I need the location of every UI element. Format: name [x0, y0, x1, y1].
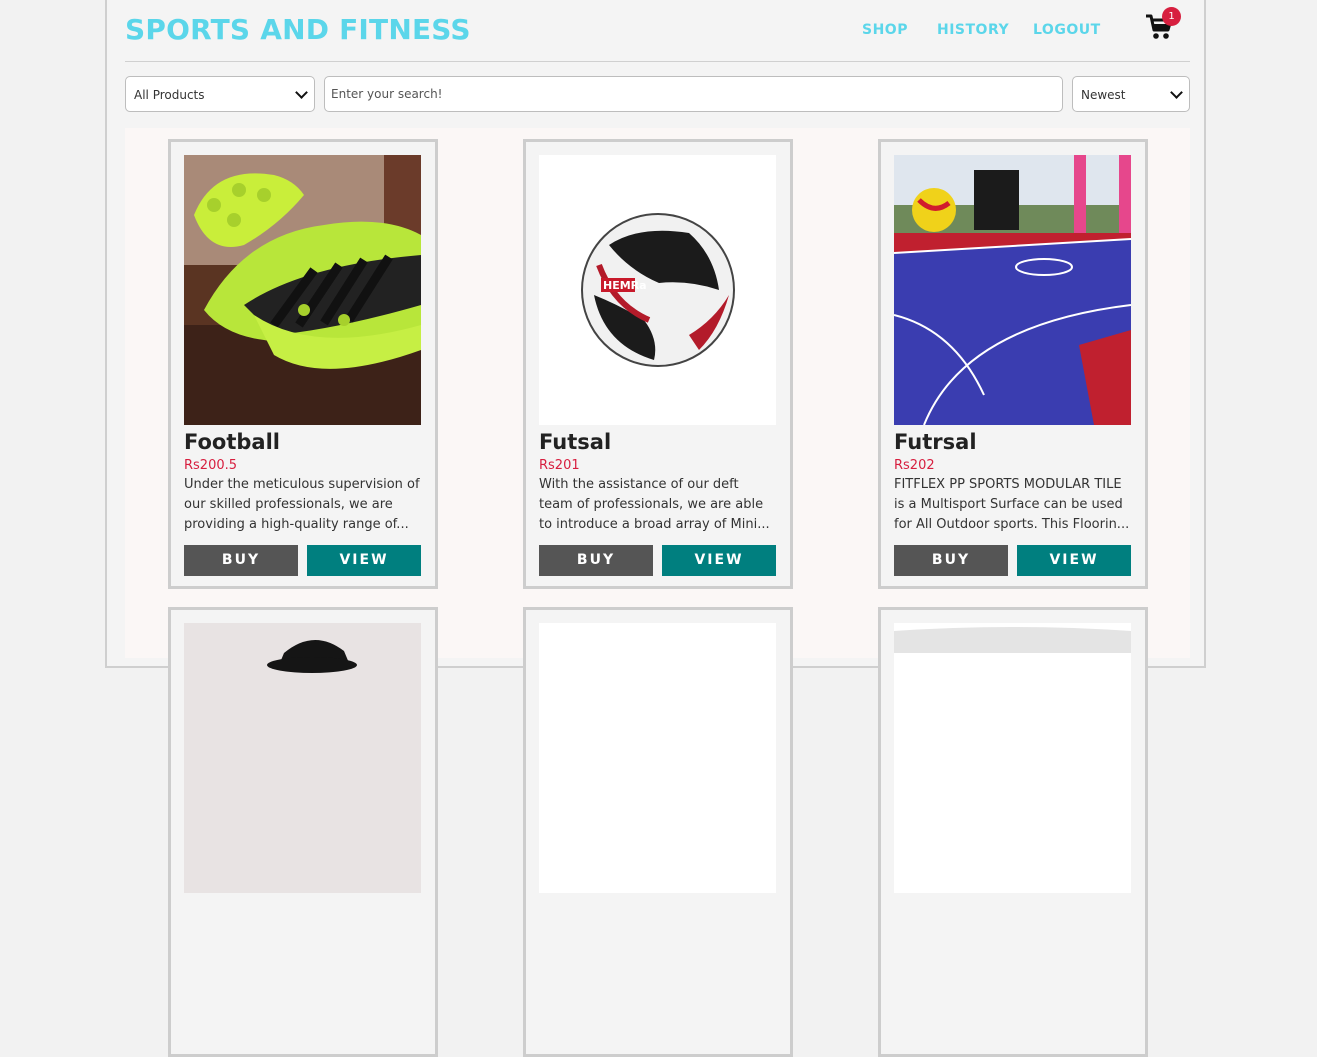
product-card: [168, 607, 438, 1057]
brand-title[interactable]: SPORTS AND FITNESS: [125, 13, 471, 46]
product-card: HEMRa Futsal Rs201 With the assistance o…: [523, 139, 793, 589]
buy-button[interactable]: BUY: [184, 545, 298, 576]
product-name[interactable]: Futsal: [539, 430, 611, 454]
product-description: Under the meticulous supervision of our …: [184, 477, 420, 532]
product-card: Football Rs200.5 Under the meticulous su…: [168, 139, 438, 589]
product-price: Rs201: [539, 458, 580, 473]
product-card: Futrsal Rs202 FITFLEX PP SPORTS MODULAR …: [878, 139, 1148, 589]
product-image-cap[interactable]: [184, 623, 421, 893]
product-image-bottle[interactable]: [894, 623, 1131, 893]
product-image[interactable]: [539, 623, 776, 893]
view-button[interactable]: VIEW: [307, 545, 421, 576]
product-grid: Football Rs200.5 Under the meticulous su…: [125, 128, 1190, 1057]
view-button[interactable]: VIEW: [662, 545, 776, 576]
category-select[interactable]: All Products: [125, 76, 315, 112]
view-button[interactable]: VIEW: [1017, 545, 1131, 576]
product-description: With the assistance of our deft team of …: [539, 477, 770, 532]
nav-history-link[interactable]: HISTORY: [937, 22, 1009, 38]
product-image-boot[interactable]: [184, 155, 421, 425]
search-field[interactable]: [324, 76, 1063, 112]
product-card: [878, 607, 1148, 1057]
sort-select[interactable]: Newest: [1072, 76, 1190, 112]
product-name[interactable]: Football: [184, 430, 280, 454]
category-select-value: All Products: [134, 88, 205, 102]
chevron-down-icon: [1170, 86, 1183, 99]
product-image-futsal-ball[interactable]: HEMRa: [539, 155, 776, 425]
filter-bar: All Products Newest: [125, 76, 1190, 112]
search-input[interactable]: [325, 77, 1062, 111]
product-image-futsal-court[interactable]: [894, 155, 1131, 425]
svg-text:HEMRa: HEMRa: [603, 279, 647, 292]
nav-shop-link[interactable]: SHOP: [862, 22, 908, 38]
buy-button[interactable]: BUY: [894, 545, 1008, 576]
sort-select-value: Newest: [1081, 88, 1126, 102]
product-price: Rs200.5: [184, 458, 238, 473]
site-header: SPORTS AND FITNESS SHOP HISTORY LOGOUT 1: [125, 0, 1190, 62]
product-price: Rs202: [894, 458, 935, 473]
product-name[interactable]: Futrsal: [894, 430, 977, 454]
buy-button[interactable]: BUY: [539, 545, 653, 576]
chevron-down-icon: [295, 86, 308, 99]
product-description: FITFLEX PP SPORTS MODULAR TILE is a Mult…: [894, 477, 1130, 532]
cart-count-badge: 1: [1162, 7, 1181, 26]
product-card: [523, 607, 793, 1057]
nav-logout-link[interactable]: LOGOUT: [1033, 22, 1101, 38]
